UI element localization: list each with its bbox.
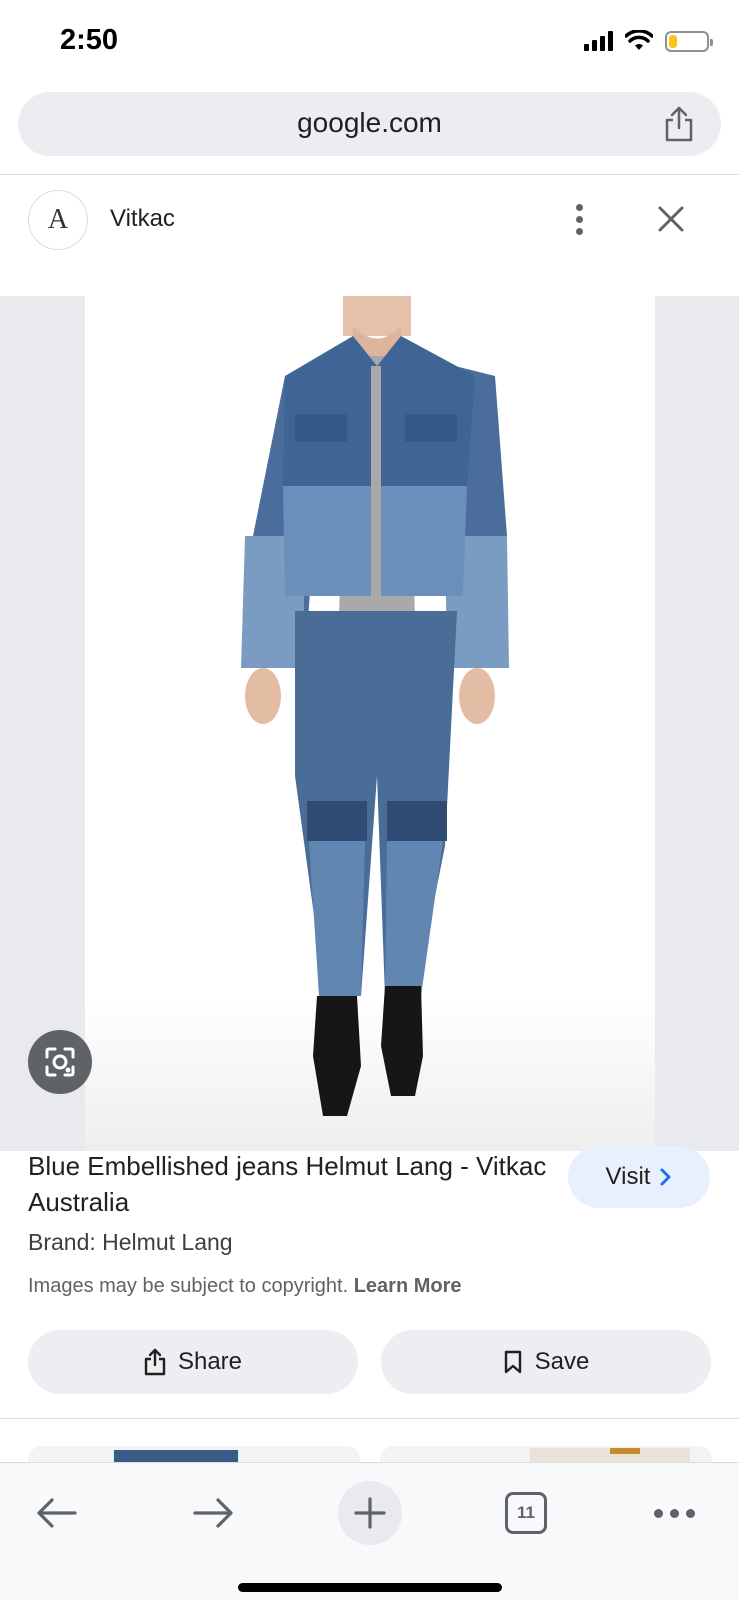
arrow-left-icon	[37, 1498, 77, 1528]
product-title[interactable]: Blue Embellished jeans Helmut Lang - Vit…	[28, 1148, 548, 1220]
arrow-right-icon	[193, 1498, 233, 1528]
status-time: 2:50	[60, 24, 119, 56]
lens-button[interactable]	[28, 1030, 92, 1094]
divider	[0, 1418, 739, 1419]
tab-count: 11	[505, 1492, 547, 1534]
more-horiz-icon[interactable]	[646, 1481, 702, 1545]
bottom-toolbar: 11	[0, 1462, 739, 1600]
bookmark-icon	[504, 1350, 521, 1374]
close-icon[interactable]	[656, 204, 686, 234]
source-logo-text: A	[47, 204, 69, 235]
plus-icon	[354, 1497, 386, 1529]
brand-line: Brand: Helmut Lang	[28, 1229, 233, 1255]
divider	[0, 174, 739, 175]
status-bar: 2:50	[0, 0, 739, 90]
more-vert-icon[interactable]	[574, 204, 584, 236]
chevron-right-icon	[660, 1168, 671, 1186]
share-icon[interactable]	[663, 106, 695, 142]
wifi-icon	[625, 30, 653, 50]
share-button[interactable]: Share	[28, 1330, 358, 1394]
share-button-label: Share	[177, 1348, 243, 1375]
learn-more-link[interactable]: Learn More	[354, 1275, 462, 1297]
forward-button[interactable]	[186, 1481, 242, 1545]
source-name[interactable]: Vitkac	[110, 205, 175, 233]
status-icons	[584, 30, 713, 52]
source-logo[interactable]: A	[28, 190, 88, 250]
visit-button-label: Visit	[605, 1163, 651, 1190]
product-image[interactable]	[85, 296, 655, 1151]
visit-button[interactable]: Visit	[568, 1146, 710, 1208]
url-bar[interactable]: google.com	[18, 92, 721, 156]
copyright-notice: Images may be subject to copyright. Lear…	[28, 1275, 462, 1298]
copyright-text: Images may be subject to copyright.	[28, 1275, 349, 1297]
share-icon	[144, 1348, 166, 1376]
tab-switcher-button[interactable]: 11	[498, 1481, 554, 1545]
model-illustration	[85, 296, 655, 1151]
new-tab-button[interactable]	[338, 1481, 402, 1545]
url-text[interactable]: google.com	[18, 107, 721, 139]
lens-icon	[45, 1047, 75, 1077]
save-button-label: Save	[534, 1348, 590, 1375]
home-indicator	[238, 1583, 502, 1592]
back-button[interactable]	[28, 1481, 84, 1545]
product-image-area[interactable]	[0, 296, 739, 1151]
save-button[interactable]: Save	[381, 1330, 711, 1394]
cellular-signal-icon	[584, 31, 613, 51]
battery-icon	[665, 30, 713, 52]
